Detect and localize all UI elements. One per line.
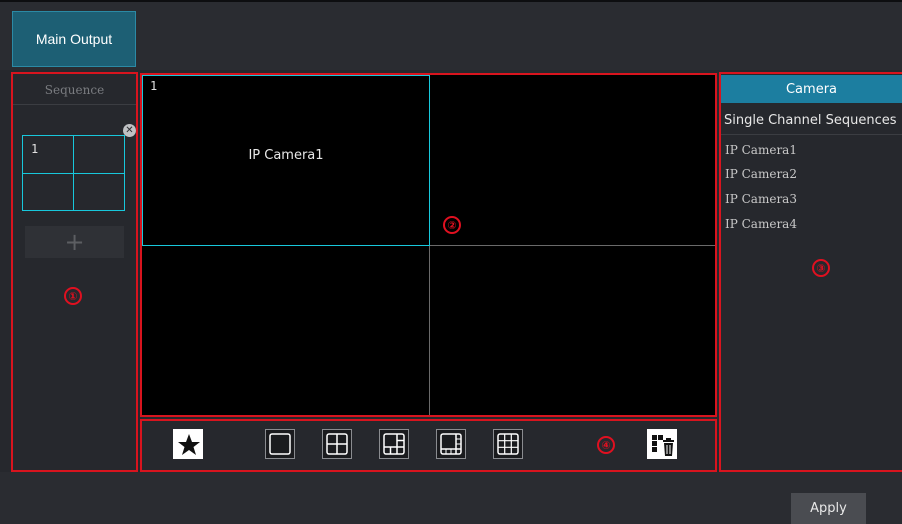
toolbar-outline bbox=[140, 419, 717, 472]
view-panel-outline bbox=[140, 73, 717, 417]
layout-8-icon bbox=[440, 433, 462, 455]
clear-all-icon bbox=[652, 435, 674, 456]
tab-main-output[interactable]: Main Output bbox=[12, 11, 136, 67]
marker-2: ② bbox=[443, 216, 461, 234]
layout-1-button[interactable] bbox=[265, 429, 295, 459]
layout-6-button[interactable] bbox=[379, 429, 409, 459]
layout-4-button[interactable] bbox=[322, 429, 352, 459]
footer-bar bbox=[0, 472, 902, 524]
clear-all-button[interactable] bbox=[647, 429, 677, 459]
favorite-button[interactable] bbox=[173, 429, 203, 459]
thumb-number: 1 bbox=[31, 142, 39, 156]
sequence-thumbnail[interactable]: 1 bbox=[22, 135, 125, 211]
thumb-divider-h bbox=[23, 173, 124, 174]
marker-1: ① bbox=[64, 287, 82, 305]
add-sequence-button[interactable]: + bbox=[25, 226, 124, 258]
layout-9-icon bbox=[497, 433, 519, 455]
layout-1-icon bbox=[269, 433, 291, 455]
layout-4-icon bbox=[326, 433, 348, 455]
marker-3: ③ bbox=[812, 259, 830, 277]
sequence-title: Sequence bbox=[13, 75, 136, 105]
apply-button[interactable]: Apply bbox=[791, 493, 866, 524]
layout-8-button[interactable] bbox=[436, 429, 466, 459]
close-icon[interactable]: ✕ bbox=[123, 124, 136, 137]
marker-4: ④ bbox=[597, 436, 615, 454]
star-icon bbox=[178, 434, 200, 455]
camera-panel-outline bbox=[719, 72, 902, 472]
layout-9-button[interactable] bbox=[493, 429, 523, 459]
layout-6-icon bbox=[383, 433, 405, 455]
sequence-panel-outline bbox=[11, 72, 138, 472]
